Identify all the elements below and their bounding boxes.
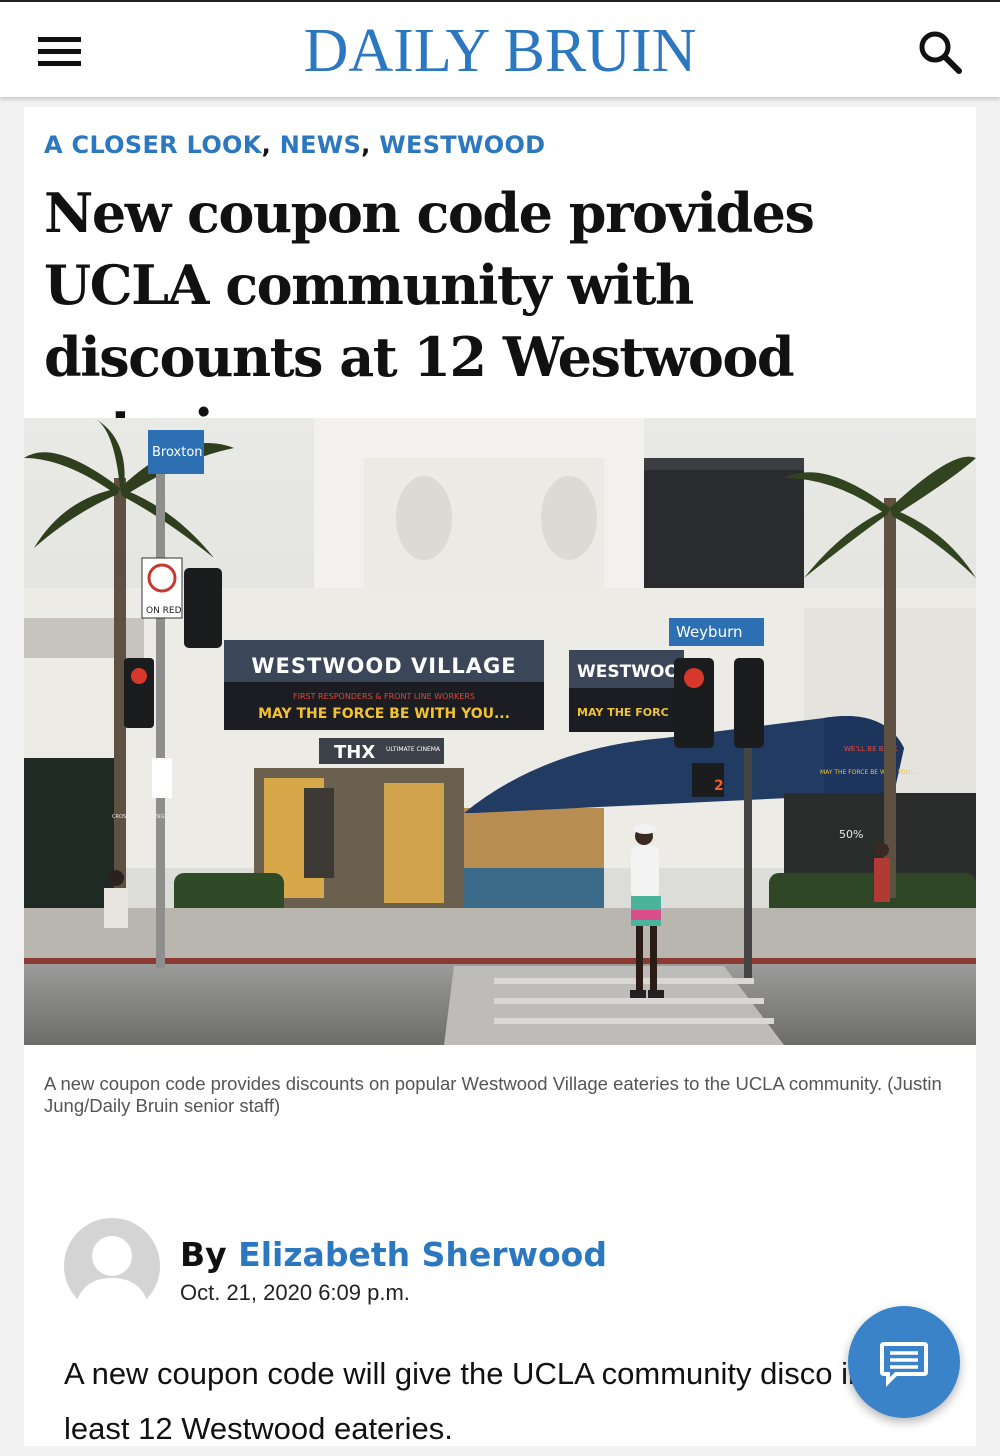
marquee-right-line: MAY THE FORC	[577, 706, 669, 719]
author-avatar[interactable]	[64, 1218, 160, 1314]
window-sign-text: 50%	[839, 828, 863, 841]
marquee-line-text: MAY THE FORCE BE WITH YOU...	[258, 706, 510, 722]
category-link-westwood[interactable]: WESTWOOD	[379, 131, 545, 159]
search-icon[interactable]	[916, 28, 964, 76]
no-turn-sign-text: ON RED	[146, 606, 182, 616]
category-links: A CLOSER LOOK, NEWS, WESTWOOD	[44, 131, 545, 159]
top-navigation-bar: DAILY BRUIN	[0, 0, 1000, 97]
category-link-a-closer-look[interactable]: A CLOSER LOOK	[44, 131, 262, 159]
byline-prefix: By	[180, 1235, 227, 1274]
article-card: A CLOSER LOOK, NEWS, WESTWOOD New coupon…	[24, 107, 976, 1446]
article-photo[interactable]: WESTWOOD VILLAGE FIRST RESPONDERS & FRON…	[24, 418, 976, 1045]
category-link-news[interactable]: NEWS	[280, 131, 361, 159]
photo-caption: A new coupon code provides discounts on …	[44, 1073, 942, 1116]
street-sign-broxton: Broxton	[152, 445, 203, 460]
article-body-paragraph: A new coupon code will give the UCLA com…	[64, 1356, 900, 1446]
street-sign-weyburn: Weyburn	[676, 623, 743, 641]
user-silhouette-icon	[74, 1236, 150, 1314]
ped-sign-text: CROSS ON WALK SIGNAL ONLY	[112, 814, 190, 820]
comment-button[interactable]	[848, 1306, 960, 1418]
awning-line-text: MAY THE FORCE BE WITH YOU...	[820, 769, 916, 776]
site-logo[interactable]: DAILY BRUIN	[0, 16, 1000, 86]
thx-sub-text: ULTIMATE CINEMA	[386, 746, 441, 753]
thx-logo-text: THX	[334, 742, 375, 763]
author-name-link[interactable]: Elizabeth Sherwood	[238, 1235, 607, 1274]
marquee-sub-text: FIRST RESPONDERS & FRONT LINE WORKERS	[293, 692, 475, 701]
category-separator: ,	[261, 131, 280, 159]
crosswalk-countdown: 2	[714, 778, 724, 794]
marquee-right-text: WESTWOO	[577, 662, 679, 682]
author-byline: By Elizabeth Sherwood	[180, 1235, 607, 1275]
category-separator: ,	[361, 131, 380, 159]
marquee-main-text: WESTWOOD VILLAGE	[251, 654, 516, 678]
publish-date: Oct. 21, 2020 6:09 p.m.	[180, 1280, 410, 1305]
comment-icon	[880, 1342, 928, 1387]
